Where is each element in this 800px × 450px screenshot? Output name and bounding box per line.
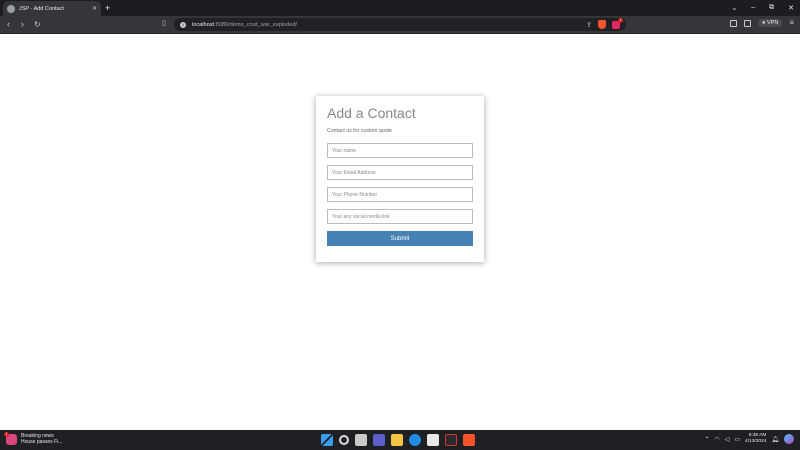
- notification-bell-icon[interactable]: 🔔︎: [771, 436, 779, 443]
- news-subtitle: House passes Fi...: [21, 439, 63, 445]
- intellij-icon[interactable]: [445, 434, 457, 446]
- clock[interactable]: 8:38 AM 4/13/2024: [745, 433, 766, 445]
- browser-toolbar: ‹ › ↻ ▯ i localhost:8080/demo_crud_war_e…: [0, 16, 800, 34]
- info-icon[interactable]: i: [180, 21, 186, 28]
- start-icon[interactable]: [321, 434, 333, 446]
- name-field[interactable]: [327, 143, 473, 158]
- copilot-icon[interactable]: [784, 434, 794, 444]
- tab-strip: JSP - Add Contact ✕ + ⌄ – ⧉ ✕: [0, 0, 800, 16]
- chevron-down-icon[interactable]: ⌄: [731, 4, 737, 12]
- taskbar-apps: [321, 434, 475, 446]
- system-tray: ⌃ ◠ ◁ ▭ 8:38 AM 4/13/2024 🔔︎: [704, 433, 794, 445]
- social-link-field[interactable]: [327, 209, 473, 224]
- restore-button[interactable]: ⧉: [769, 4, 774, 12]
- clock-date: 4/13/2024: [745, 439, 767, 444]
- search-icon[interactable]: [339, 435, 349, 445]
- rewards-badge: 1: [618, 17, 623, 23]
- submit-button[interactable]: Submit: [327, 231, 473, 246]
- forward-button[interactable]: ›: [21, 18, 24, 31]
- news-widget[interactable]: 1 Breaking news House passes Fi...: [4, 431, 63, 445]
- taskbar: 1 Breaking news House passes Fi... ⌃ ◠ ◁…: [0, 430, 800, 450]
- teams-icon[interactable]: [373, 434, 385, 446]
- phone-field[interactable]: [327, 187, 473, 202]
- share-icon[interactable]: ⇪: [586, 21, 592, 29]
- brave-rewards-icon[interactable]: 1: [612, 17, 623, 29]
- wallet-icon[interactable]: [744, 19, 752, 27]
- address-bar[interactable]: i localhost:8080/demo_crud_war_exploded/…: [174, 17, 626, 31]
- page-title: Add a Contact: [327, 105, 416, 121]
- globe-icon: [7, 4, 15, 13]
- battery-icon[interactable]: ▭: [734, 436, 740, 443]
- url-host: localhost: [192, 21, 215, 28]
- contact-form-card: Add a Contact Contact us for custom quot…: [316, 96, 484, 262]
- reload-button[interactable]: ↻: [34, 18, 41, 31]
- vpn-button[interactable]: ● VPN: [758, 19, 783, 27]
- wifi-icon[interactable]: ◠: [714, 436, 719, 443]
- new-tab-button[interactable]: +: [105, 2, 110, 14]
- news-icon: 1: [4, 431, 17, 445]
- volume-icon[interactable]: ◁: [725, 436, 730, 443]
- minimize-button[interactable]: –: [751, 4, 755, 11]
- email-field[interactable]: [327, 165, 473, 180]
- bookmark-icon[interactable]: ▯: [162, 19, 166, 27]
- store-icon[interactable]: [427, 434, 439, 446]
- brave-shield-icon[interactable]: [598, 20, 606, 29]
- tab-title: JSP - Add Contact: [19, 5, 64, 12]
- edge-icon[interactable]: [409, 434, 421, 446]
- menu-icon[interactable]: ≡: [789, 19, 794, 27]
- sidebar-icon[interactable]: [730, 19, 738, 27]
- chevron-up-icon[interactable]: ⌃: [704, 436, 709, 443]
- window-close-button[interactable]: ✕: [788, 4, 794, 12]
- url-path: :8080/demo_crud_war_exploded/: [214, 21, 298, 28]
- tab-add-contact[interactable]: JSP - Add Contact ✕: [3, 1, 101, 16]
- task-view-icon[interactable]: [355, 434, 367, 446]
- page-subtitle: Contact us for custom quote: [327, 128, 392, 134]
- close-icon[interactable]: ✕: [92, 5, 97, 12]
- news-badge: 1: [4, 431, 9, 437]
- file-explorer-icon[interactable]: [391, 434, 403, 446]
- back-button[interactable]: ‹: [7, 18, 10, 31]
- window-controls: ⌄ – ⧉ ✕: [731, 1, 794, 14]
- brave-icon[interactable]: [463, 434, 475, 446]
